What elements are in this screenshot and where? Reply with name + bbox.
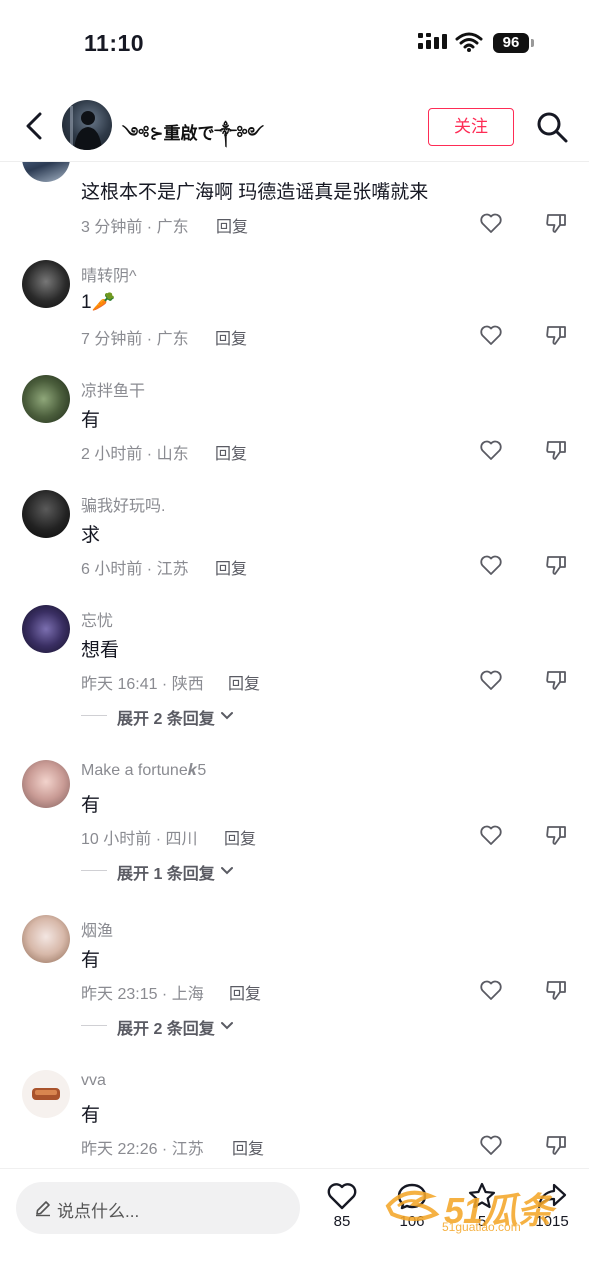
- expand-divider: [81, 870, 107, 871]
- reply-button[interactable]: 回复: [229, 980, 261, 1004]
- heart-outline-icon[interactable]: [479, 824, 503, 846]
- comment-avatar[interactable]: [22, 605, 70, 653]
- comment-meta: 昨天 22:26 · 江苏: [81, 1141, 204, 1158]
- comment-avatar[interactable]: [22, 260, 70, 308]
- follow-button[interactable]: 关注: [428, 108, 514, 146]
- reply-button[interactable]: 回复: [215, 440, 247, 464]
- comment-item: 这根本不是广海啊 玛德造谣真是张嘴就来 3 分钟前 · 广东 回复: [0, 162, 589, 242]
- heart-outline-icon[interactable]: [479, 212, 503, 234]
- profile-avatar[interactable]: [62, 100, 112, 150]
- chevron-down-icon: [221, 1022, 233, 1030]
- comment-input-placeholder: 说点什么...: [57, 1202, 140, 1221]
- comment-item: 晴转阴^ 1🥕 7 分钟前 · 广东 回复: [0, 252, 589, 362]
- comment-avatar[interactable]: [22, 375, 70, 423]
- dislike-icon[interactable]: [544, 824, 568, 846]
- food-image-icon: [32, 1088, 60, 1100]
- dislike-icon[interactable]: [544, 324, 568, 346]
- dislike-icon[interactable]: [544, 212, 568, 234]
- comment-text: 这根本不是广海啊 玛德造谣真是张嘴就来: [81, 182, 429, 203]
- status-bar: 11:10 96: [0, 0, 589, 90]
- pencil-icon: [36, 1201, 50, 1217]
- heart-outline-icon[interactable]: [479, 669, 503, 691]
- heart-outline-icon[interactable]: [479, 1134, 503, 1156]
- comment-avatar[interactable]: [22, 1070, 70, 1118]
- dislike-icon[interactable]: [544, 439, 568, 461]
- profile-username[interactable]: ༺⊱重啟で༒༻: [122, 114, 264, 162]
- back-icon[interactable]: [18, 108, 52, 144]
- reply-button[interactable]: 回复: [215, 555, 247, 579]
- reply-button[interactable]: 回复: [215, 325, 247, 349]
- heart-outline-icon[interactable]: [479, 439, 503, 461]
- comment-item: 烟渔 有 昨天 23:15 · 上海 回复 展开 2 条回复: [0, 907, 589, 1057]
- reply-button[interactable]: 回复: [216, 213, 248, 237]
- comment-avatar[interactable]: [22, 162, 70, 182]
- comment-meta: 昨天 23:15 · 上海: [81, 986, 204, 1003]
- profile-header: ༺⊱重啟で༒༻ 关注: [0, 90, 589, 162]
- heart-outline-icon: [327, 1183, 357, 1210]
- comment-text: 有: [81, 950, 101, 971]
- like-action[interactable]: 85: [316, 1181, 368, 1251]
- expand-replies-label: 展开 2 条回复: [117, 1021, 215, 1038]
- chevron-down-icon: [221, 867, 233, 875]
- comment-meta: 6 小时前 · 江苏: [81, 561, 189, 578]
- battery-nub: [531, 39, 534, 47]
- battery-indicator: 96: [493, 33, 529, 53]
- heart-outline-icon[interactable]: [479, 979, 503, 1001]
- wifi-icon: [455, 32, 483, 52]
- expand-replies-label: 展开 1 条回复: [117, 866, 215, 883]
- comment-avatar[interactable]: [22, 760, 70, 808]
- comment-text: 有: [81, 795, 101, 816]
- search-icon[interactable]: [535, 110, 569, 144]
- comment-item: 凉拌鱼干 有 2 小时前 · 山东 回复: [0, 367, 589, 477]
- comment-avatar[interactable]: [22, 915, 70, 963]
- comment-meta: 3 分钟前 · 广东: [81, 219, 189, 236]
- heart-outline-icon[interactable]: [479, 554, 503, 576]
- cellular-signal-icon: [418, 33, 447, 49]
- comment-username[interactable]: 忘忧: [81, 607, 113, 631]
- dislike-icon[interactable]: [544, 554, 568, 576]
- comment-meta: 2 小时前 · 山东: [81, 446, 189, 463]
- heart-outline-icon[interactable]: [479, 324, 503, 346]
- expand-divider: [81, 1025, 107, 1026]
- comment-avatar[interactable]: [22, 490, 70, 538]
- comment-username[interactable]: 骗我好玩吗.: [81, 492, 165, 516]
- watermark-logo-icon: [385, 1190, 440, 1221]
- comment-item: 忘忧 想看 昨天 16:41 · 陕西 回复 展开 2 条回复: [0, 597, 589, 747]
- status-time: 11:10: [84, 30, 145, 56]
- comment-meta: 7 分钟前 · 广东: [81, 331, 189, 348]
- dislike-icon[interactable]: [544, 979, 568, 1001]
- expand-replies[interactable]: 展开 1 条回复: [81, 860, 241, 883]
- comment-username[interactable]: 烟渔: [81, 917, 113, 941]
- dislike-icon[interactable]: [544, 669, 568, 691]
- like-count: 85: [333, 1213, 351, 1230]
- comment-item: 骗我好玩吗. 求 6 小时前 · 江苏 回复: [0, 482, 589, 592]
- reply-button[interactable]: 回复: [232, 1135, 264, 1159]
- watermark: 51瓜条 51guatiao.com: [384, 1178, 574, 1240]
- expand-divider: [81, 715, 107, 716]
- comment-username[interactable]: vva: [81, 1072, 106, 1090]
- watermark-url: 51guatiao.com: [442, 1220, 521, 1234]
- comment-text: 1🥕: [81, 292, 116, 313]
- comment-meta: 10 小时前 · 四川: [81, 831, 198, 848]
- comment-text: 求: [81, 525, 101, 546]
- comment-username[interactable]: Make a fortune𝒌5: [81, 762, 206, 780]
- expand-replies[interactable]: 展开 2 条回复: [81, 705, 241, 728]
- comment-text: 想看: [81, 640, 120, 661]
- comment-list[interactable]: 这根本不是广海啊 玛德造谣真是张嘴就来 3 分钟前 · 广东 回复 晴转阴^ 1…: [0, 162, 589, 1168]
- expand-replies-label: 展开 2 条回复: [117, 711, 215, 728]
- comment-username[interactable]: 晴转阴^: [81, 262, 137, 286]
- comment-input[interactable]: 说点什么...: [16, 1182, 300, 1234]
- chevron-down-icon: [221, 712, 233, 720]
- comment-item: vva 有 昨天 22:26 · 江苏 回复: [0, 1062, 589, 1168]
- comment-text: 有: [81, 410, 101, 431]
- reply-button[interactable]: 回复: [228, 670, 260, 694]
- reply-button[interactable]: 回复: [224, 825, 256, 849]
- comment-item: Make a fortune𝒌5 有 10 小时前 · 四川 回复 展开 1 条…: [0, 752, 589, 902]
- comment-text: 有: [81, 1105, 101, 1126]
- comment-meta: 昨天 16:41 · 陕西: [81, 676, 204, 693]
- expand-replies[interactable]: 展开 2 条回复: [81, 1015, 241, 1038]
- dislike-icon[interactable]: [544, 1134, 568, 1156]
- comment-username[interactable]: 凉拌鱼干: [81, 377, 145, 401]
